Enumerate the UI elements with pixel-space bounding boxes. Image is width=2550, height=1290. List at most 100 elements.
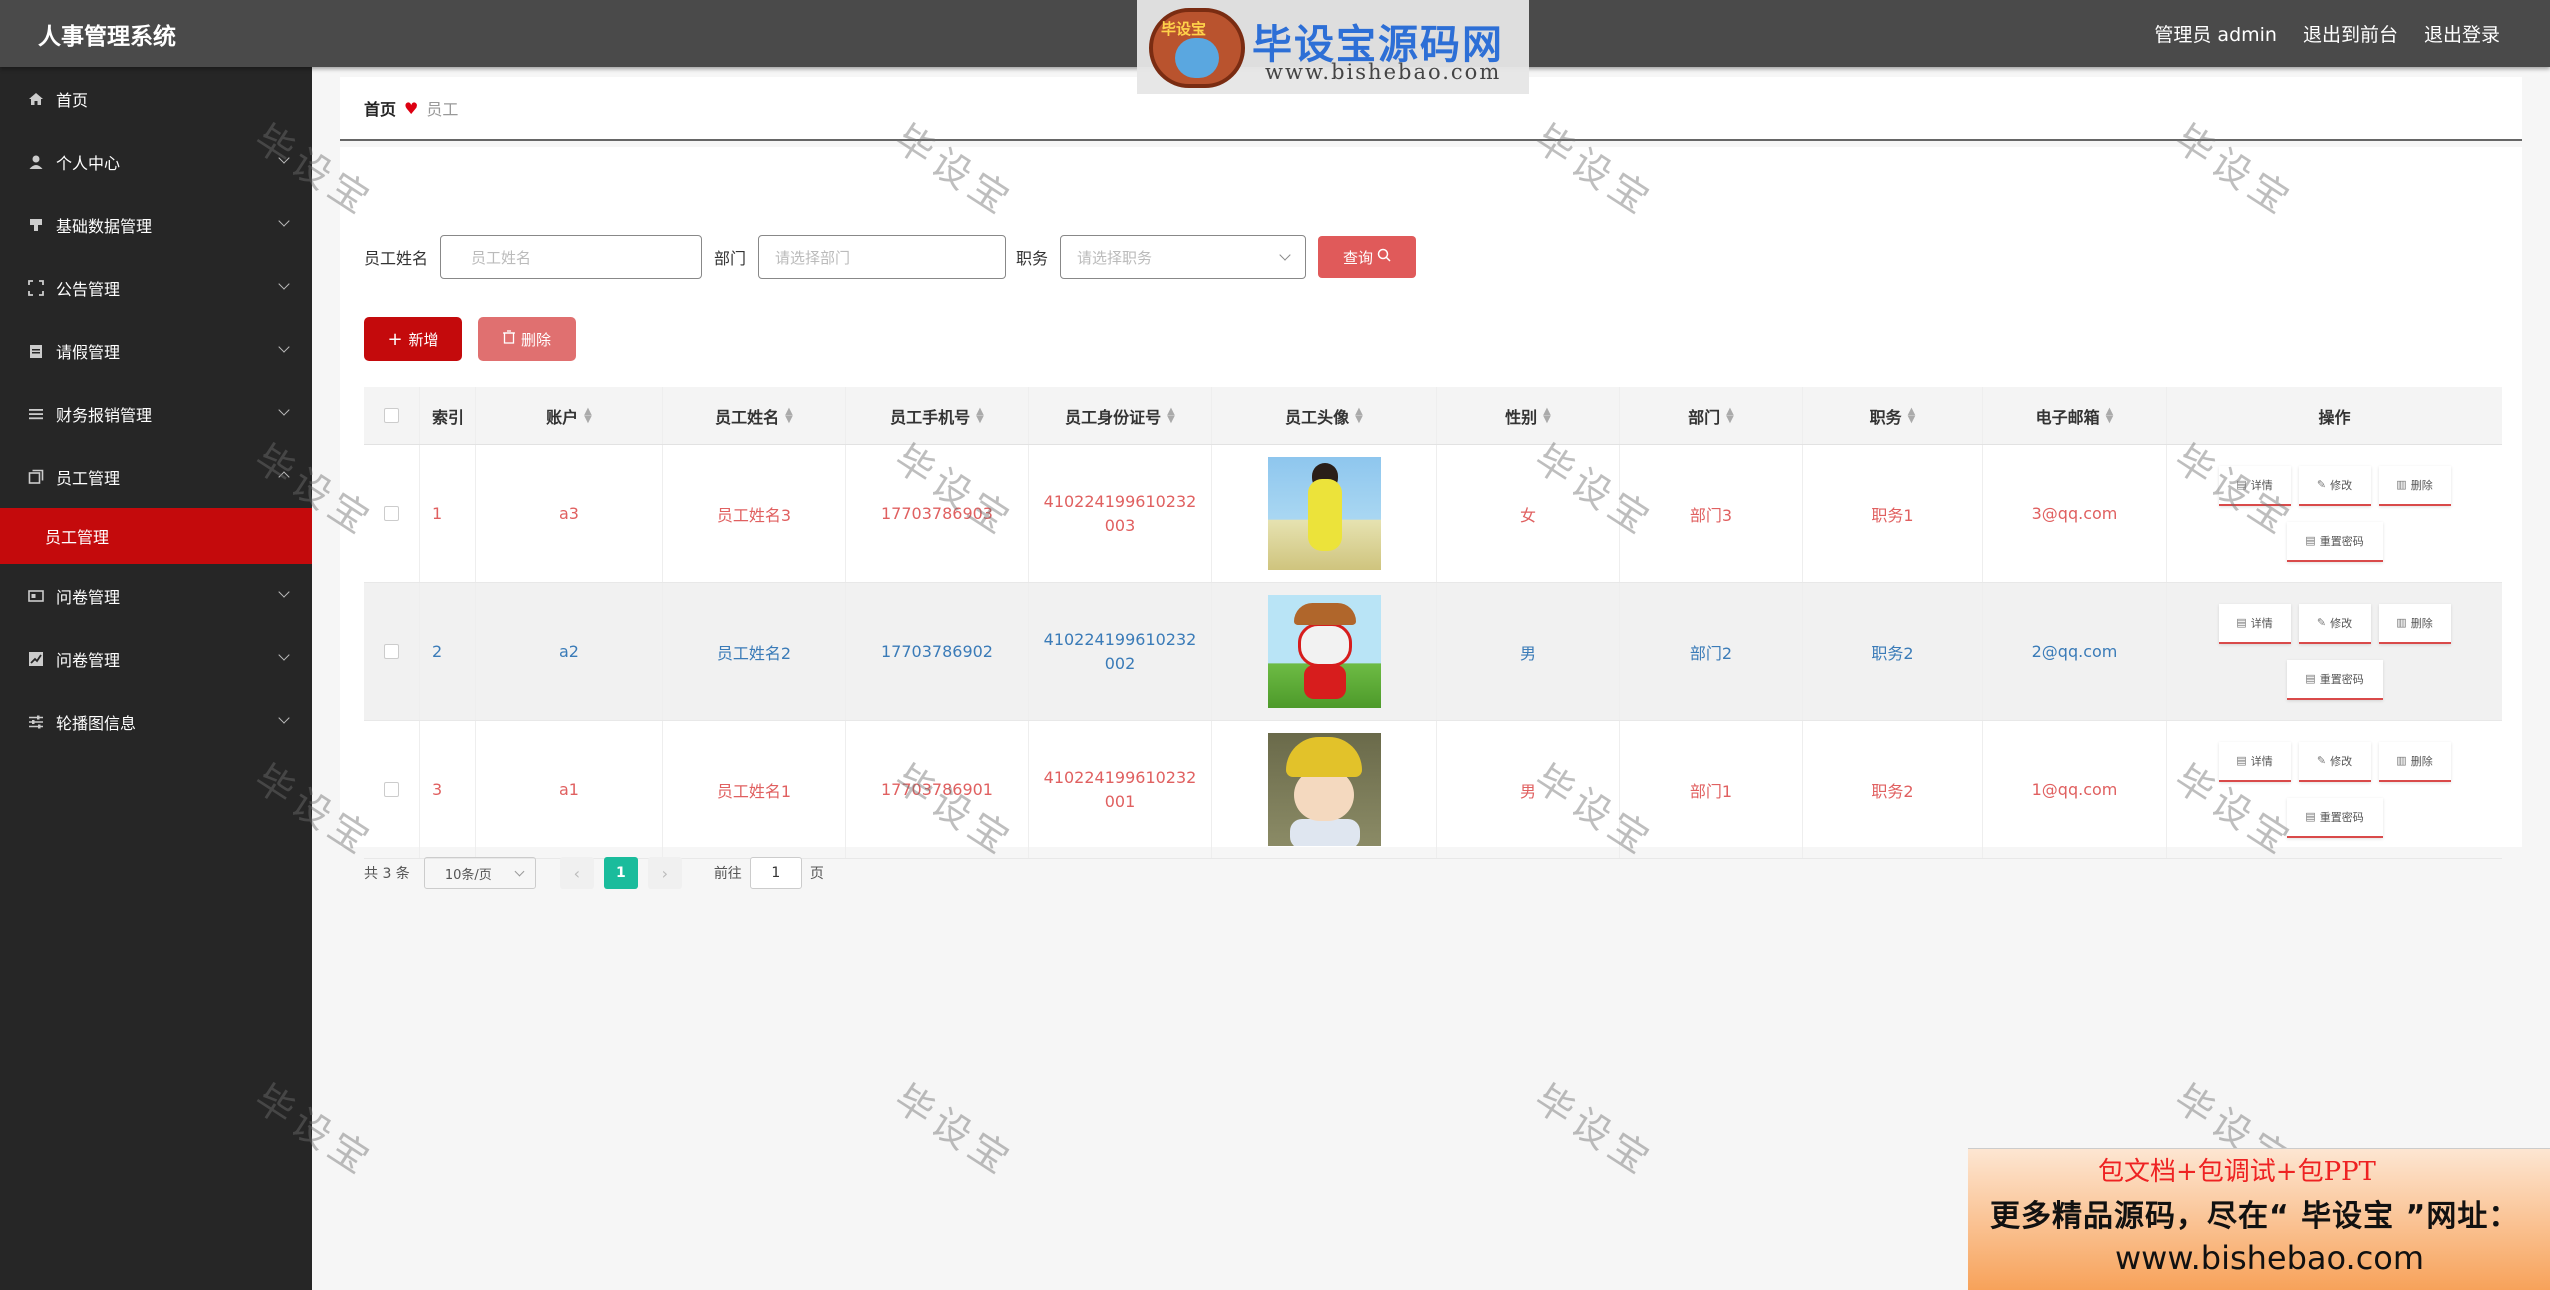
avatar[interactable] [1267, 733, 1381, 846]
edit-button[interactable]: ✎ 修改 [2298, 465, 2371, 506]
job-select[interactable]: 请选择职务 [1060, 235, 1307, 279]
sidebar-item-basic-data[interactable]: 基础数据管理 [0, 193, 312, 256]
edit-button[interactable]: ✎ 修改 [2298, 741, 2371, 782]
reset-password-button[interactable]: ▤ 重置密码 [2286, 521, 2383, 562]
chevron-down-icon [278, 278, 290, 290]
chevron-down-icon [278, 712, 290, 724]
row-id-card: 410224199610232003 [1029, 445, 1212, 582]
row-checkbox[interactable] [364, 445, 420, 582]
row-avatar-cell [1212, 583, 1437, 720]
col-job[interactable]: 职务 ▲ ▼ [1803, 387, 1983, 444]
sidebar-item-survey-2[interactable]: 问卷管理 [0, 627, 312, 690]
col-avatar[interactable]: 员工头像 ▲ ▼ [1212, 387, 1437, 444]
total-count: 共 3 条 [364, 866, 410, 882]
slider-icon [28, 714, 46, 730]
col-email[interactable]: 电子邮箱 ▲ ▼ [1983, 387, 2167, 444]
batch-delete-button[interactable]: 删除 [478, 317, 576, 361]
sort-icon: ▲ ▼ [1543, 405, 1551, 425]
sidebar-item-profile[interactable]: 个人中心 [0, 130, 312, 193]
logout-link[interactable]: 退出登录 [2424, 20, 2500, 47]
edit-icon: ✎ [2316, 616, 2327, 629]
col-name-label: 员工姓名 [715, 407, 780, 427]
sidebar-item-label: 问卷管理 [56, 650, 121, 670]
page-size-select[interactable]: 10条/页 [423, 857, 536, 889]
chevron-down-icon [278, 215, 290, 227]
notice-icon [28, 279, 46, 296]
breadcrumb-home[interactable]: 首页 [364, 96, 396, 120]
col-ops: 操作 [2318, 407, 2351, 427]
query-label: 查询 [1343, 248, 1374, 267]
row-account: a3 [476, 445, 663, 582]
name-search-input[interactable]: 员工姓名 [440, 235, 703, 279]
job-placeholder: 请选择职务 [1077, 248, 1153, 267]
detail-label: 详情 [2250, 616, 2273, 630]
col-dept[interactable]: 部门 ▲ ▼ [1620, 387, 1803, 444]
content-panel: 员工姓名 员工姓名 部门 请选择部门 职务 请选择职务 查询 + 新增 删除 索… [340, 147, 2522, 889]
sidebar-item-label: 请假管理 [56, 342, 121, 362]
col-gender[interactable]: 性别 ▲ ▼ [1437, 387, 1620, 444]
name-placeholder: 员工姓名 [471, 248, 532, 267]
sidebar-item-leave[interactable]: 请假管理 [0, 319, 312, 382]
sort-icon: ▲ ▼ [976, 405, 984, 425]
col-name[interactable]: 员工姓名 ▲ ▼ [663, 387, 846, 444]
sidebar-item-notice[interactable]: 公告管理 [0, 256, 312, 319]
plus-icon: + [387, 328, 403, 350]
ad-line-3: www.bishebao.com [2115, 1239, 2425, 1277]
sidebar-item-staff[interactable]: 员工管理 [0, 445, 312, 508]
row-checkbox[interactable] [364, 721, 420, 858]
avatar[interactable] [1267, 457, 1381, 570]
col-id-card[interactable]: 员工身份证号 ▲ ▼ [1029, 387, 1212, 444]
sidebar-item-label: 基础数据管理 [56, 216, 153, 236]
dept-label: 部门 [714, 249, 747, 268]
row-checkbox[interactable] [364, 583, 420, 720]
next-page-button[interactable]: › [647, 857, 682, 889]
prev-page-button[interactable]: ‹ [559, 857, 594, 889]
breadcrumb-current: 员工 [426, 100, 459, 119]
search-bar: 员工姓名 员工姓名 部门 请选择部门 职务 请选择职务 查询 [364, 235, 1417, 279]
sidebar-item-home[interactable]: 首页 [0, 67, 312, 130]
ad-banner[interactable]: 包文档+包调试+包PPT 更多精品源码，尽在“ 毕设宝 ”网址： www.bis… [1968, 1148, 2550, 1290]
delete-button[interactable]: ▥ 删除 [2378, 465, 2451, 506]
row-index: 3 [420, 721, 476, 858]
detail-button[interactable]: ▤ 详情 [2218, 465, 2291, 506]
edit-label: 修改 [2330, 754, 2353, 768]
doc-icon: ▤ [2236, 616, 2247, 629]
sort-icon: ▲ ▼ [2105, 405, 2114, 425]
list-icon [28, 406, 46, 422]
page-number-current[interactable]: 1 [603, 857, 638, 889]
delete-button[interactable]: ▥ 删除 [2378, 741, 2451, 782]
sidebar-item-carousel[interactable]: 轮播图信息 [0, 690, 312, 753]
reset-password-button[interactable]: ▤ 重置密码 [2286, 659, 2383, 700]
detail-button[interactable]: ▤ 详情 [2218, 603, 2291, 644]
col-account[interactable]: 账户 ▲ ▼ [476, 387, 663, 444]
row-ops: ▤ 详情 ✎ 修改 ▥ 删除 ▤ 重置密码 [2167, 445, 2502, 582]
sort-icon: ▲ ▼ [1726, 405, 1734, 425]
edit-label: 修改 [2330, 616, 2353, 630]
row-index: 1 [420, 445, 476, 582]
sidebar-subitem-staff-active[interactable]: 员工管理 [0, 508, 312, 564]
avatar[interactable] [1267, 595, 1381, 708]
add-button[interactable]: + 新增 [364, 317, 462, 361]
doc-icon: ▤ [2236, 754, 2247, 767]
reset-label: 重置密码 [2319, 672, 2364, 686]
chevron-down-icon [278, 152, 290, 164]
delete-button[interactable]: ▥ 删除 [2378, 603, 2451, 644]
edit-button[interactable]: ✎ 修改 [2298, 603, 2371, 644]
detail-button[interactable]: ▤ 详情 [2218, 741, 2291, 782]
sidebar-item-finance[interactable]: 财务报销管理 [0, 382, 312, 445]
query-button[interactable]: 查询 [1318, 236, 1417, 278]
dept-select[interactable]: 请选择部门 [758, 235, 1007, 279]
select-all-checkbox[interactable] [364, 387, 420, 444]
col-phone-label: 员工手机号 [890, 407, 971, 427]
job-label: 职务 [1016, 249, 1049, 268]
col-phone[interactable]: 员工手机号 ▲ ▼ [846, 387, 1029, 444]
admin-user-label[interactable]: 管理员 admin [2154, 20, 2277, 47]
reset-password-button[interactable]: ▤ 重置密码 [2286, 797, 2383, 838]
trash-icon: ▥ [2396, 478, 2407, 491]
sidebar-item-survey-1[interactable]: 问卷管理 [0, 564, 312, 627]
front-link[interactable]: 退出到前台 [2303, 20, 2398, 47]
sidebar-item-label: 轮播图信息 [56, 713, 137, 733]
col-dept-label: 部门 [1688, 407, 1721, 427]
row-dept: 部门1 [1620, 721, 1803, 858]
goto-page-input[interactable] [749, 857, 802, 889]
